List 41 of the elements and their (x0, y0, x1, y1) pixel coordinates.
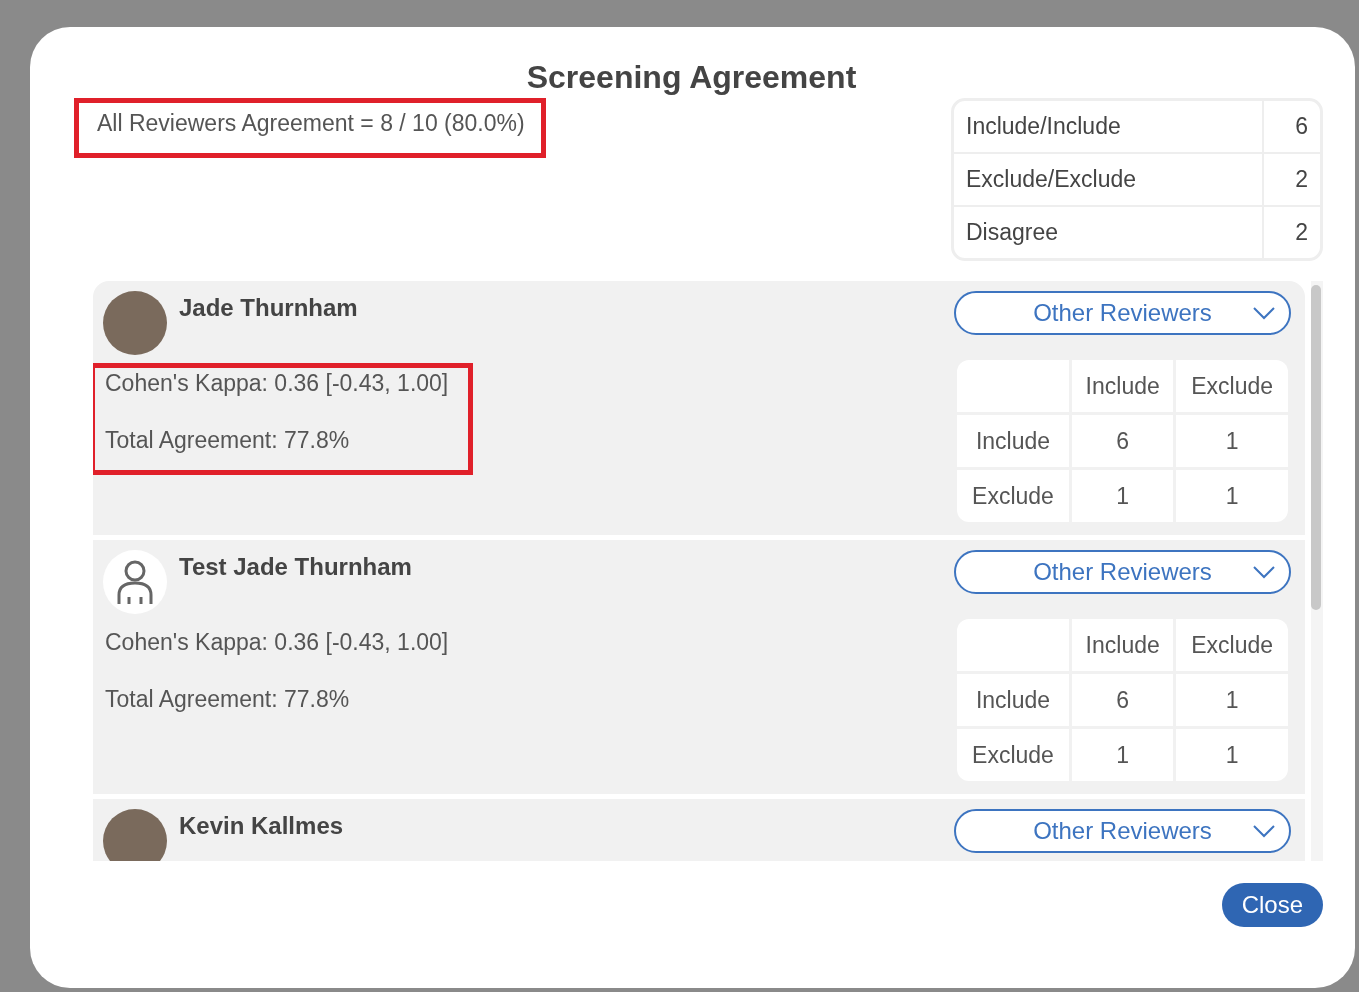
row-header: Exclude (957, 729, 1069, 781)
table-cell: 6 (1072, 674, 1174, 726)
other-reviewers-dropdown[interactable]: Other Reviewers (954, 550, 1291, 594)
table-cell: 6 (1262, 101, 1320, 154)
close-button[interactable]: Close (1221, 883, 1323, 927)
reviewer-name: Test Jade Thurnham (179, 553, 412, 581)
avatar-photo-placeholder (103, 809, 167, 861)
chevron-down-icon (1253, 823, 1275, 839)
user-silhouette-icon (115, 559, 155, 605)
table-cell: 6 (1072, 415, 1174, 467)
column-header: Exclude (1176, 619, 1288, 671)
total-agreement: Total Agreement: 77.8% (105, 427, 351, 454)
chevron-down-icon (1253, 564, 1275, 580)
table-cell: 2 (1262, 207, 1320, 258)
total-agreement: Total Agreement: 77.8% (105, 686, 351, 713)
table-cell: 1 (1176, 415, 1288, 467)
dialog-title: Screening Agreement (526, 59, 857, 96)
reviewer-name: Jade Thurnham (179, 294, 358, 322)
row-header: Include (957, 674, 1069, 726)
table-cell: 1 (1176, 729, 1288, 781)
table-cell: 2 (1262, 154, 1320, 207)
column-header: Exclude (1176, 360, 1288, 412)
all-reviewers-agreement: All Reviewers Agreement = 8 / 10 (80.0%) (74, 98, 546, 158)
table-cell: 1 (1072, 729, 1174, 781)
table-cell: 1 (1176, 674, 1288, 726)
table-cell: 1 (1072, 470, 1174, 522)
table-cell-text: Disagree (965, 218, 1060, 247)
chevron-down-icon (1253, 305, 1275, 321)
table-cell: 1 (1176, 470, 1288, 522)
column-header: Include (1072, 360, 1174, 412)
row-header: Include (957, 415, 1069, 467)
other-reviewers-dropdown[interactable]: Other Reviewers (954, 291, 1291, 335)
scrollbar-thumb[interactable] (1311, 285, 1321, 610)
column-header: Include (1072, 619, 1174, 671)
row-header: Exclude (957, 470, 1069, 522)
other-reviewers-dropdown[interactable]: Other Reviewers (954, 809, 1291, 853)
cohens-kappa: Cohen's Kappa: 0.36 [-0.43, 1.00] (105, 370, 449, 397)
table-cell: Include/Include (954, 101, 1262, 154)
cohens-kappa: Cohen's Kappa: 0.36 [-0.43, 1.00] (105, 629, 449, 656)
reviewer-name: Kevin Kallmes (179, 812, 344, 840)
table-cell: Exclude/Exclude (954, 154, 1262, 207)
